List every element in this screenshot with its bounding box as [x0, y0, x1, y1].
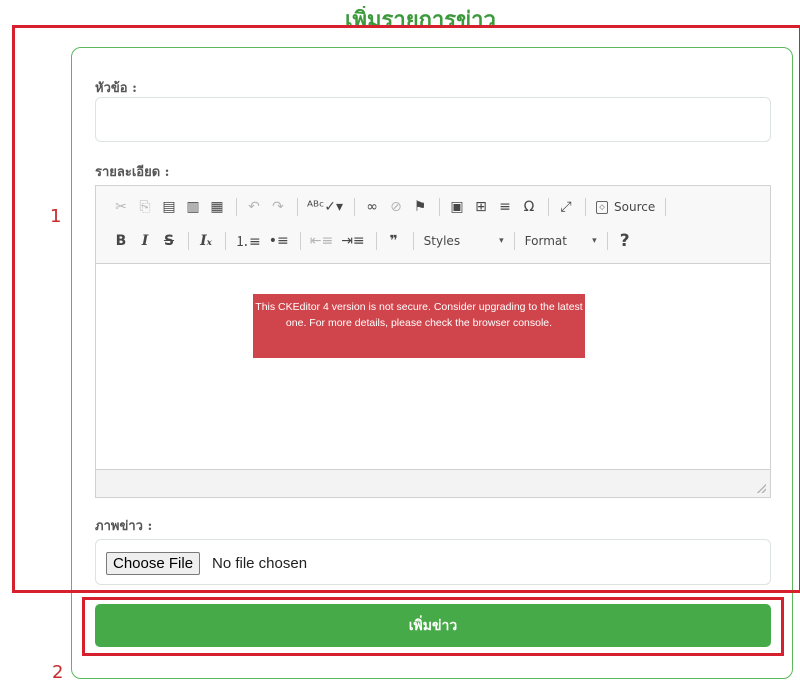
title-input[interactable]: [95, 97, 771, 142]
cut-icon[interactable]: ✂: [110, 195, 132, 219]
horizontal-rule-icon[interactable]: ≡: [494, 195, 516, 219]
paste-icon[interactable]: ▤: [158, 195, 180, 219]
toolbar-separator: [354, 198, 356, 216]
numbered-list-icon[interactable]: ⒈≡: [232, 229, 264, 253]
toolbar-separator: [439, 198, 441, 216]
chevron-down-icon: ▾: [499, 236, 504, 246]
anchor-flag-icon[interactable]: ⚑: [409, 195, 431, 219]
toolbar-separator: [375, 232, 377, 250]
chevron-down-icon: ▾: [592, 236, 597, 246]
editor-status-bar: [96, 469, 770, 497]
blockquote-icon[interactable]: ❞: [383, 229, 405, 253]
outdent-icon[interactable]: ⇤≡: [307, 229, 336, 253]
editor-security-warning: This CKEditor 4 version is not secure. C…: [253, 294, 585, 358]
toolbar-separator: [548, 198, 550, 216]
no-file-chosen-text: No file chosen: [212, 555, 308, 572]
bold-icon[interactable]: B: [110, 229, 132, 253]
indent-icon[interactable]: ⇥≡: [338, 229, 367, 253]
toolbar-separator: [665, 198, 667, 216]
link-icon[interactable]: ∞: [361, 195, 383, 219]
format-combo-label: Format: [524, 234, 567, 248]
toolbar-separator: [585, 198, 587, 216]
editor-content-area[interactable]: This CKEditor 4 version is not secure. C…: [96, 264, 770, 471]
page-title: เพิ่มรายการข่าว: [345, 8, 496, 28]
toolbar-separator: [513, 232, 515, 250]
toolbar-separator: [236, 198, 237, 216]
toolbar-separator: [606, 232, 608, 250]
resize-grip-icon[interactable]: [757, 484, 766, 493]
unlink-icon[interactable]: ⊘: [385, 195, 407, 219]
image-label: ภาพข่าว :: [95, 519, 153, 534]
spellcheck-icon[interactable]: ᴬᴮᶜ✓▾: [304, 195, 346, 219]
format-combo[interactable]: Format ▾: [521, 229, 601, 253]
paste-text-icon[interactable]: ▥: [182, 195, 204, 219]
source-label: Source: [614, 200, 656, 214]
remove-format-icon[interactable]: Iₓ: [195, 229, 217, 253]
undo-icon[interactable]: ↶: [243, 195, 265, 219]
annotation-label-2: 2: [52, 662, 64, 683]
title-label: หัวข้อ :: [95, 81, 137, 96]
styles-combo-label: Styles: [423, 234, 461, 248]
choose-file-button[interactable]: Choose File: [106, 552, 201, 575]
detail-label: รายละเอียด :: [95, 165, 170, 180]
toolbar-separator: [412, 232, 414, 250]
image-icon[interactable]: ▣: [446, 195, 468, 219]
source-icon: ◇: [596, 200, 609, 214]
copy-icon[interactable]: ⎘: [134, 195, 156, 219]
source-button[interactable]: ◇ Source: [592, 195, 659, 219]
toolbar-separator: [299, 232, 301, 250]
help-icon[interactable]: ?: [614, 229, 636, 253]
paste-word-icon[interactable]: ▦: [206, 195, 228, 219]
image-file-field: Choose File No file chosen: [95, 539, 771, 585]
editor-toolbar: ✂ ⎘ ▤ ▥ ▦ ↶ ↷ ᴬᴮᶜ✓▾ ∞ ⊘ ⚑ ▣ ⊞ ≡ Ω ⤢ ◇ Source B I S Iₓ ⒈≡ •≡ ⇤≡ ⇥…: [96, 186, 770, 264]
italic-icon[interactable]: I: [134, 229, 156, 253]
rich-text-editor: ✂ ⎘ ▤ ▥ ▦ ↶ ↷ ᴬᴮᶜ✓▾ ∞ ⊘ ⚑ ▣ ⊞ ≡ Ω ⤢ ◇ Source B I S Iₓ ⒈≡ •≡ ⇤≡ ⇥…: [95, 185, 771, 498]
toolbar-separator: [225, 232, 226, 250]
maximize-icon[interactable]: ⤢: [555, 195, 577, 219]
editor-toolbar-row-1: ✂ ⎘ ▤ ▥ ▦ ↶ ↷ ᴬᴮᶜ✓▾ ∞ ⊘ ⚑ ▣ ⊞ ≡ Ω ⤢ ◇ Source: [110, 194, 672, 220]
special-char-icon[interactable]: Ω: [518, 195, 540, 219]
table-icon[interactable]: ⊞: [470, 195, 492, 219]
styles-combo[interactable]: Styles ▾: [420, 229, 508, 253]
toolbar-separator: [297, 198, 298, 216]
redo-icon[interactable]: ↷: [267, 195, 289, 219]
add-news-button[interactable]: เพิ่มข่าว: [95, 604, 771, 647]
bulleted-list-icon[interactable]: •≡: [266, 229, 292, 253]
annotation-label-1: 1: [50, 206, 62, 227]
toolbar-separator: [188, 232, 189, 250]
strikethrough-icon[interactable]: S: [158, 229, 180, 253]
editor-toolbar-row-2: B I S Iₓ ⒈≡ •≡ ⇤≡ ⇥≡ ❞ Styles ▾ Format ▾?: [110, 228, 638, 254]
